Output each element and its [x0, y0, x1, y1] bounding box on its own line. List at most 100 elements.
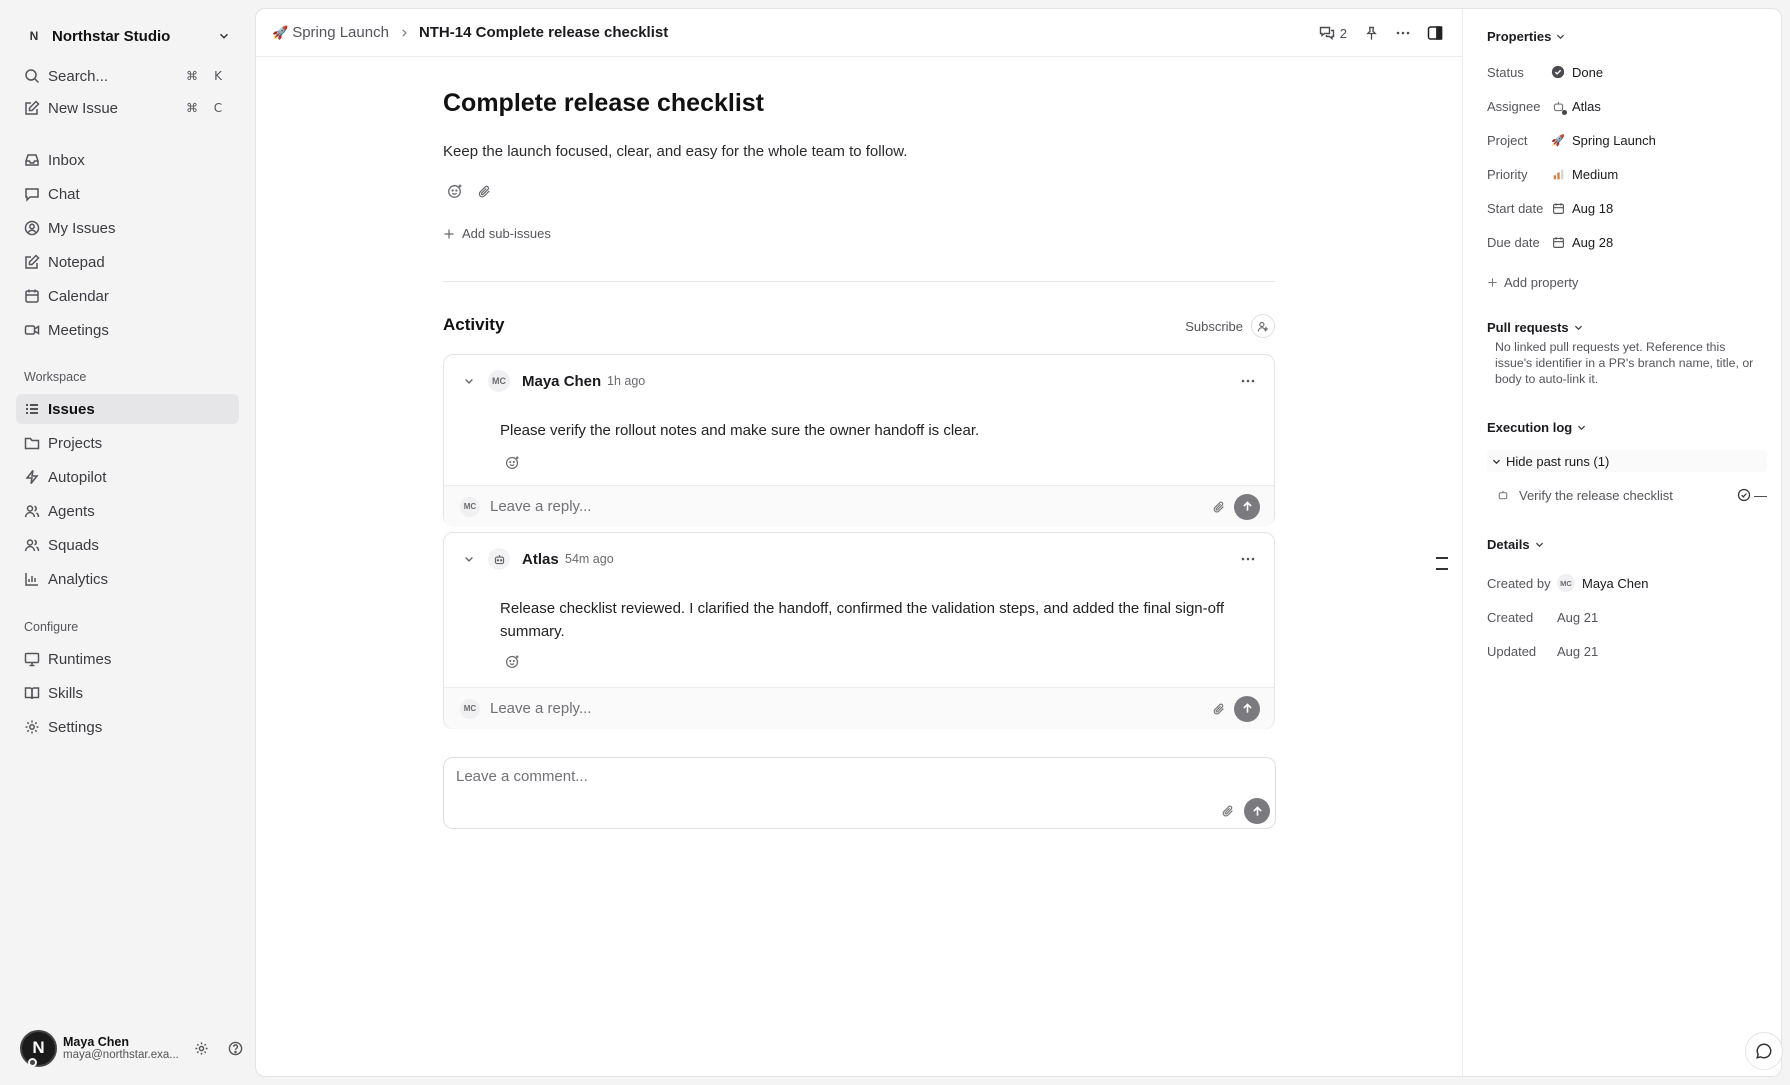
search-icon	[24, 68, 40, 84]
send-comment-button[interactable]	[1244, 798, 1270, 824]
detail-key: Updated	[1487, 643, 1537, 659]
chevron-down-icon	[1534, 539, 1545, 550]
property-value: Aug 18	[1572, 200, 1614, 216]
chat-button[interactable]	[1745, 1032, 1783, 1070]
sidebar-item-notepad[interactable]: Notepad	[16, 247, 239, 277]
run-item[interactable]: Verify the release checklist —	[1487, 484, 1767, 506]
video-icon	[24, 322, 40, 338]
add-reaction-button[interactable]	[443, 179, 467, 203]
description-toolbar	[443, 179, 501, 203]
project-select[interactable]: 🚀 Spring Launch	[1550, 132, 1656, 148]
execution-log-heading[interactable]: Execution log	[1487, 420, 1587, 435]
issue-title[interactable]: Complete release checklist	[443, 89, 764, 118]
comment-input[interactable]	[456, 768, 1156, 792]
avatar: MC	[1557, 574, 1575, 592]
sidebar-item-label: Inbox	[48, 151, 85, 169]
pin-button[interactable]	[1357, 19, 1385, 47]
sidebar-item-analytics[interactable]: Analytics	[16, 564, 239, 594]
priority-bars-icon	[1550, 166, 1566, 182]
topbar-actions: 2	[1309, 19, 1449, 47]
comment-more-button[interactable]	[1236, 369, 1260, 393]
start-date-picker[interactable]: Aug 18	[1550, 200, 1613, 216]
scroll-indicator[interactable]	[1436, 557, 1450, 579]
sidebar-item-my-issues[interactable]: My Issues	[16, 213, 239, 243]
sidebar-item-settings[interactable]: Settings	[16, 712, 239, 742]
paperclip-icon[interactable]	[1209, 699, 1229, 719]
breadcrumb-project-link[interactable]: 🚀 Spring Launch	[272, 24, 389, 41]
paperclip-icon[interactable]	[1218, 801, 1238, 821]
reply-input[interactable]	[490, 498, 1170, 515]
detail-value: Aug 21	[1557, 643, 1599, 659]
search-label: Search...	[48, 67, 109, 85]
section-configure: Configure	[24, 620, 79, 634]
status-select[interactable]: Done	[1550, 64, 1603, 80]
inbox-icon	[24, 152, 40, 168]
comment-header: Atlas 54m ago	[444, 547, 1274, 571]
sidebar-item-runtimes[interactable]: Runtimes	[16, 644, 239, 674]
comment-count: 2	[1339, 25, 1347, 41]
paperclip-icon	[477, 184, 492, 199]
subscribe-label: Subscribe	[1185, 318, 1243, 334]
help-button[interactable]	[221, 1034, 249, 1062]
pull-requests-heading-label: Pull requests	[1487, 320, 1569, 335]
sidebar-item-squads[interactable]: Squads	[16, 530, 239, 560]
toggle-sidebar-button[interactable]	[1421, 19, 1449, 47]
sidebar-item-issues[interactable]: Issues	[16, 394, 239, 424]
comment-more-button[interactable]	[1236, 547, 1260, 571]
assignee-select[interactable]: Atlas	[1550, 98, 1601, 115]
comments-button[interactable]: 2	[1313, 19, 1353, 47]
avatar[interactable]: N	[20, 1029, 57, 1067]
properties-heading-label: Properties	[1487, 29, 1552, 44]
sidebar-item-agents[interactable]: Agents	[16, 496, 239, 526]
priority-select[interactable]: Medium	[1550, 166, 1618, 182]
add-reaction-button[interactable]	[502, 651, 522, 671]
plus-icon	[1487, 277, 1498, 288]
user-settings-button[interactable]	[187, 1034, 215, 1062]
bar-chart-icon	[24, 571, 40, 587]
check-circle-icon	[1737, 488, 1751, 502]
attach-button[interactable]	[472, 179, 496, 203]
breadcrumb-project-label: Spring Launch	[292, 24, 389, 41]
arrow-up-icon	[1251, 805, 1264, 818]
send-reply-button[interactable]	[1234, 493, 1260, 520]
new-issue-button[interactable]: New Issue ⌘ C	[16, 93, 239, 123]
due-date-picker[interactable]: Aug 28	[1550, 234, 1613, 250]
comment-author: Atlas	[522, 550, 559, 568]
issue-description[interactable]: Keep the launch focused, clear, and easy…	[443, 143, 907, 160]
search-button[interactable]: Search... ⌘ K	[16, 61, 239, 91]
add-property-button[interactable]: Add property	[1487, 275, 1578, 290]
sidebar-item-skills[interactable]: Skills	[16, 678, 239, 708]
paperclip-icon[interactable]	[1209, 497, 1229, 517]
hide-past-runs-toggle[interactable]: Hide past runs (1)	[1487, 450, 1767, 472]
details-heading-label: Details	[1487, 537, 1530, 552]
sidebar-item-autopilot[interactable]: Autopilot	[16, 462, 239, 492]
add-sub-issues-button[interactable]: Add sub-issues	[443, 226, 551, 241]
collapse-button[interactable]	[460, 550, 478, 568]
user-menu[interactable]: N Maya Chen maya@northstar.exa...	[20, 1026, 250, 1070]
shortcut-mod: ⌘	[186, 69, 198, 83]
sidebar-item-label: Calendar	[48, 287, 109, 305]
detail-created: Created Aug 21	[1487, 606, 1767, 628]
avatar-initial: N	[32, 1038, 45, 1057]
sidebar-item-calendar[interactable]: Calendar	[16, 281, 239, 311]
sidebar-item-label: Meetings	[48, 321, 109, 339]
sidebar-item-inbox[interactable]: Inbox	[16, 145, 239, 175]
add-reaction-button[interactable]	[502, 452, 522, 472]
property-value: Done	[1572, 64, 1604, 80]
comment-time: 54m ago	[565, 552, 614, 566]
sidebar-item-meetings[interactable]: Meetings	[16, 315, 239, 345]
collapse-button[interactable]	[460, 372, 478, 390]
send-reply-button[interactable]	[1234, 695, 1260, 722]
sidebar-item-projects[interactable]: Projects	[16, 428, 239, 458]
reply-input[interactable]	[490, 700, 1170, 717]
pull-requests-heading[interactable]: Pull requests	[1487, 320, 1584, 335]
chevron-down-icon	[1573, 322, 1584, 333]
sidebar-item-label: Autopilot	[48, 468, 107, 486]
properties-heading[interactable]: Properties	[1487, 29, 1566, 44]
more-options-button[interactable]	[1389, 19, 1417, 47]
new-issue-label: New Issue	[48, 99, 119, 117]
sidebar-item-chat[interactable]: Chat	[16, 179, 239, 209]
workspace-switcher[interactable]: N Northstar Studio	[16, 20, 239, 52]
details-heading[interactable]: Details	[1487, 537, 1545, 552]
subscribe-button[interactable]: Subscribe	[1185, 314, 1275, 338]
